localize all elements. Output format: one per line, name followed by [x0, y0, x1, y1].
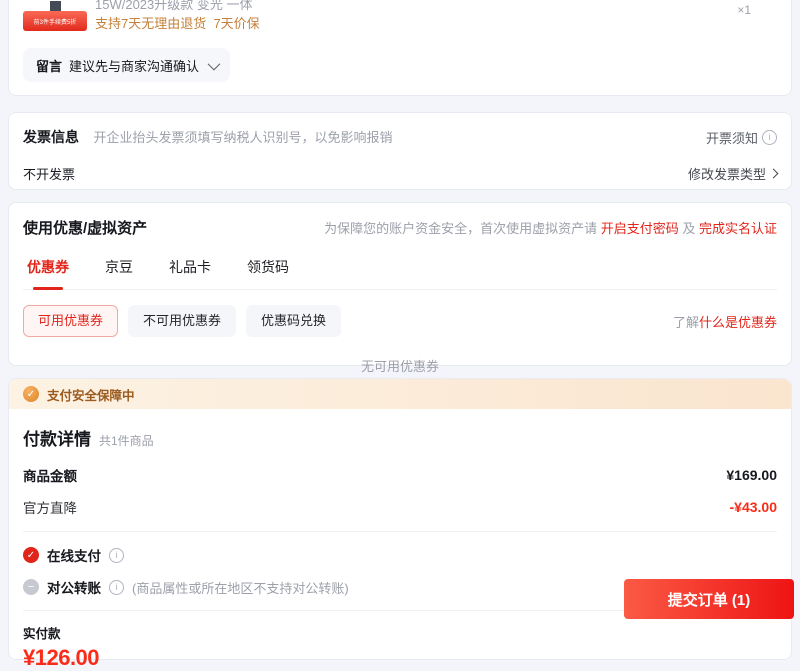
learn-prefix: 了解: [672, 314, 699, 330]
filter-usable-coupons[interactable]: 可用优惠券: [23, 305, 119, 337]
discount-label: 官方直降: [23, 501, 77, 516]
realname-verify-link[interactable]: 完成实名认证: [699, 221, 777, 236]
coupon-filters: 可用优惠券 不可用优惠券 优惠码兑换 了解什么是优惠券: [23, 305, 777, 337]
tab-giftcard[interactable]: 礼品卡: [169, 257, 211, 277]
discount-value: -¥43.00: [729, 499, 777, 515]
product-card: 前3件手续费5折 15W/2023升级款 变光 一体 ×1 支持7天无理由退货 …: [8, 0, 792, 96]
security-hint-text: 为保障您的账户资金安全，首次使用虚拟资产请: [324, 221, 601, 236]
info-icon[interactable]: i: [109, 579, 124, 595]
modify-invoice-label: 修改发票类型: [687, 167, 766, 182]
assets-card: 使用优惠/虚拟资产 为保障您的账户资金安全，首次使用虚拟资产请 开启支付密码 及…: [8, 202, 792, 374]
product-spec: 15W/2023升级款 变光 一体: [95, 0, 253, 12]
and-text: 及: [678, 221, 699, 236]
discount-row: 官方直降 -¥43.00: [23, 497, 777, 517]
filter-unusable-coupons[interactable]: 不可用优惠券: [128, 305, 237, 337]
invoice-notice-link[interactable]: 开票须知 i: [706, 128, 777, 147]
message-dropdown[interactable]: 留言 建议先与商家沟通确认: [23, 48, 231, 82]
invoice-title: 发票信息: [23, 129, 79, 145]
submit-order-button[interactable]: 提交订单 (1): [624, 579, 794, 619]
tab-pickup-code[interactable]: 领货码: [247, 257, 289, 277]
learn-coupon: 了解什么是优惠券: [673, 312, 777, 331]
invoice-type: 不开发票: [23, 167, 76, 182]
payment-security-banner: ✓ 支付安全保障中: [9, 379, 791, 409]
service-note: 支持7天无理由退货 7天价保: [95, 16, 260, 31]
total-value: ¥126.00: [23, 645, 100, 670]
item-count: 共1件商品: [99, 434, 154, 448]
shield-icon: ✓: [23, 386, 39, 402]
security-banner-text: 支付安全保障中: [47, 388, 135, 403]
product-quantity: ×1: [737, 3, 751, 17]
payment-title: 付款详情: [23, 430, 91, 449]
enable-pay-password-link[interactable]: 开启支付密码: [601, 221, 679, 236]
assets-title: 使用优惠/虚拟资产: [23, 220, 148, 237]
invoice-card: 发票信息 开企业抬头发票须填写纳税人识别号，以免影响报销 开票须知 i 不开发票…: [8, 112, 792, 190]
security-hint: 为保障您的账户资金安全，首次使用虚拟资产请 开启支付密码 及 完成实名认证: [324, 218, 777, 237]
payment-card: ✓ 支付安全保障中 付款详情 共1件商品 商品金额 ¥169.00 官方直降 -…: [8, 378, 794, 670]
chevron-right-icon: [768, 168, 779, 179]
invoice-hint: 开企业抬头发票须填写纳税人识别号，以免影响报销: [93, 130, 393, 145]
tab-jingdou[interactable]: 京豆: [105, 257, 133, 277]
tab-coupon[interactable]: 优惠券: [27, 257, 69, 277]
info-icon: i: [762, 129, 777, 145]
total-label: 实付款: [23, 627, 61, 641]
message-label: 留言: [36, 58, 63, 74]
chevron-down-icon: [207, 57, 221, 70]
what-is-coupon-link[interactable]: 什么是优惠券: [699, 315, 777, 330]
filter-coupon-code[interactable]: 优惠码兑换: [246, 305, 342, 337]
asset-tabs: 优惠券 京豆 礼品卡 领货码: [23, 257, 777, 290]
no-coupon-tip: 无可用优惠券: [360, 359, 439, 374]
bank-transfer-note: (商品属性或所在地区不支持对公转账): [132, 580, 349, 596]
goods-amount-value: ¥169.00: [726, 467, 777, 483]
check-circle-icon: ✓: [23, 547, 39, 563]
bank-transfer-label: 对公转账: [47, 581, 101, 596]
online-payment-label: 在线支付: [47, 549, 101, 564]
modify-invoice-link[interactable]: 修改发票类型: [687, 164, 779, 183]
promo-badge: 前3件手续费5折: [23, 11, 87, 31]
info-icon[interactable]: i: [109, 547, 124, 563]
goods-amount-label: 商品金额: [23, 469, 77, 484]
divider: [23, 531, 777, 532]
minus-circle-icon: −: [23, 579, 39, 595]
message-value: 建议先与商家沟通确认: [69, 58, 200, 74]
online-payment-option[interactable]: ✓ 在线支付 i: [23, 545, 777, 565]
amount-row: 商品金额 ¥169.00: [23, 465, 777, 485]
invoice-notice-label: 开票须知: [705, 130, 758, 146]
